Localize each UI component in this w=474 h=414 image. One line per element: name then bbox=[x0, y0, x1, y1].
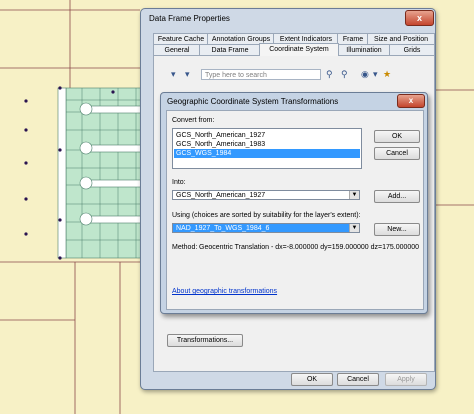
using-select-value: NAD_1927_To_WGS_1984_6 bbox=[176, 225, 270, 232]
favorite-star-icon[interactable]: ★ bbox=[383, 69, 391, 80]
using-label: Using (choices are sorted by suitability… bbox=[172, 212, 361, 219]
close-button[interactable]: x bbox=[397, 94, 425, 108]
dialog-title: Geographic Coordinate System Transformat… bbox=[167, 97, 339, 106]
method-label: Method: bbox=[172, 244, 198, 251]
chevron-down-icon[interactable]: ▼ bbox=[349, 224, 359, 232]
dialog-body: Convert from: GCS_North_American_1927 GC… bbox=[166, 110, 424, 310]
gcs-transformations-dialog: Geographic Coordinate System Transformat… bbox=[160, 92, 428, 314]
about-transformations-link[interactable]: About geographic transformations bbox=[172, 288, 277, 295]
globe-icon[interactable]: ◉ bbox=[361, 69, 369, 80]
ok-button[interactable]: OK bbox=[374, 130, 420, 143]
ok-button[interactable]: OK bbox=[291, 373, 333, 386]
new-button[interactable]: New... bbox=[374, 223, 420, 236]
tab-coordinate-system[interactable]: Coordinate System bbox=[259, 43, 339, 56]
list-item[interactable]: GCS_North_American_1983 bbox=[174, 140, 360, 149]
into-select-value: GCS_North_American_1927 bbox=[176, 192, 266, 199]
zoom-icon[interactable]: ⚲ bbox=[341, 69, 348, 80]
transformations-button[interactable]: Transformations... bbox=[167, 334, 243, 347]
into-select[interactable]: GCS_North_American_1927 ▼ bbox=[172, 190, 360, 200]
using-select[interactable]: NAD_1927_To_WGS_1984_6 ▼ bbox=[172, 223, 360, 233]
close-button[interactable]: x bbox=[405, 10, 434, 26]
search-input[interactable]: Type here to search bbox=[201, 69, 321, 80]
into-label: Into: bbox=[172, 179, 186, 186]
filter-icon[interactable]: ▾ bbox=[171, 69, 176, 80]
chevron-down-icon[interactable]: ▼ bbox=[349, 191, 359, 199]
window-title: Data Frame Properties bbox=[149, 14, 230, 23]
cancel-button[interactable]: Cancel bbox=[374, 147, 420, 160]
method-value: Geocentric Translation - dx=-8.000000 dy… bbox=[199, 244, 420, 251]
list-item-selected[interactable]: GCS_WGS_1984 bbox=[174, 149, 360, 158]
convert-from-label: Convert from: bbox=[172, 117, 215, 124]
apply-button[interactable]: Apply bbox=[385, 373, 427, 386]
add-button[interactable]: Add... bbox=[374, 190, 420, 203]
list-item[interactable]: GCS_North_American_1927 bbox=[174, 131, 360, 140]
search-icon[interactable]: ⚲ bbox=[326, 69, 333, 80]
globe-dropdown-icon[interactable]: ▾ bbox=[373, 69, 378, 80]
convert-from-list[interactable]: GCS_North_American_1927 GCS_North_Americ… bbox=[172, 128, 362, 169]
cancel-button[interactable]: Cancel bbox=[337, 373, 379, 386]
dropdown-arrow-icon[interactable]: ▾ bbox=[185, 69, 190, 80]
